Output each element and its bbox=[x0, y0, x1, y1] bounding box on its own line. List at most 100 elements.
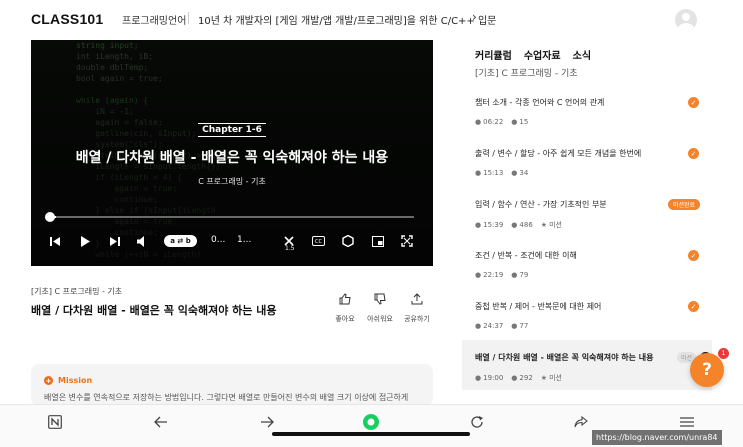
curriculum-item-title: 출력 / 변수 / 할당 - 아주 쉽게 모든 개념을 한번에 bbox=[475, 149, 642, 158]
lesson-title: 배열 / 다차원 배열 - 배열은 꼭 익숙해져야 하는 내용 bbox=[31, 304, 277, 317]
star-icon: ★ bbox=[540, 221, 548, 229]
class101-logo[interactable]: CLASS101 bbox=[31, 11, 103, 27]
comment-icon: ● bbox=[511, 271, 518, 279]
item-count: 15 bbox=[519, 118, 529, 126]
play-circle-icon: ● bbox=[475, 271, 482, 279]
blog-watermark: https://blog.naver.com/unra84 bbox=[592, 430, 722, 445]
curriculum-item-title: 조건 / 반복 - 조건에 대한 이해 bbox=[475, 251, 577, 260]
curriculum-item-meta: ● 24:37 ● 77 bbox=[475, 322, 705, 330]
comment-icon: ● bbox=[511, 169, 518, 177]
mission-text: 배열은 변수를 연속적으로 저장하는 방법입니다. 그렇다면 배열로 만들어진 … bbox=[44, 393, 409, 402]
video-subtitle: C 프로그래밍 - 기초 bbox=[198, 177, 266, 186]
pip-icon[interactable] bbox=[370, 230, 386, 252]
video-player[interactable]: string input; int iLength, iB; double db… bbox=[31, 40, 433, 266]
curriculum-item[interactable]: 챕터 소개 - 각종 언어와 C 언어의 관계 ● 06:22 ● 15 ✓ bbox=[475, 97, 705, 126]
course-title-link[interactable]: 10년 차 개발자의 [게임 개발/앱 개발/프로그래밍]을 위한 C/C++ … bbox=[198, 12, 496, 27]
nav-divider bbox=[188, 12, 189, 24]
hamburger-menu-icon[interactable] bbox=[678, 413, 696, 431]
ab-loop-toggle[interactable]: a ⇄ b bbox=[164, 235, 197, 247]
curriculum-item-meta: ● 15:39 ● 486 ★ 미션 bbox=[475, 220, 705, 230]
tab-news[interactable]: 소식 bbox=[573, 47, 591, 62]
help-chat-button[interactable]: ? bbox=[690, 353, 724, 387]
completed-check-icon: ✓ bbox=[688, 250, 699, 261]
refresh-icon[interactable] bbox=[468, 413, 486, 431]
curriculum-item-meta: ● 19:00 ● 292 ★ 미션 bbox=[475, 373, 705, 383]
item-duration: 06:22 bbox=[483, 118, 504, 126]
naver-home-icon[interactable] bbox=[46, 413, 64, 431]
curriculum-item[interactable]: 입력 / 함수 / 연산 - 가장 기초적인 부분 ● 15:39 ● 486 ★ 미… bbox=[475, 199, 705, 230]
curriculum-item[interactable]: 중첩 반복 / 제어 - 반복문에 대한 제어 ● 24:37 ● 77 ✓ bbox=[475, 301, 705, 330]
section-title: [기초] C 프로그래밍 - 기초 bbox=[475, 69, 578, 79]
top-header: CLASS101 프로그래밍언어 10년 차 개발자의 [게임 개발/앱 개발/… bbox=[0, 0, 743, 38]
item-mission: 미션 bbox=[549, 374, 562, 382]
green-dot-icon[interactable] bbox=[362, 413, 380, 431]
play-icon[interactable] bbox=[77, 230, 93, 252]
item-count: 79 bbox=[519, 271, 529, 279]
comment-icon: ● bbox=[511, 118, 518, 126]
completed-check-icon: ✓ bbox=[688, 148, 699, 159]
star-icon: ★ bbox=[540, 374, 548, 382]
curriculum-item-title: 배열 / 다차원 배열 - 배열은 꼭 익숙해져야 하는 내용 bbox=[475, 353, 654, 362]
speed-label: 1.5 bbox=[285, 245, 295, 252]
share-label: 공유하기 bbox=[404, 315, 430, 323]
completed-check-icon: ✓ bbox=[688, 301, 699, 312]
item-duration: 19:00 bbox=[483, 374, 504, 382]
thumbs-down-icon bbox=[374, 293, 386, 305]
like-label: 좋아요 bbox=[335, 315, 355, 323]
mission-complete-badge: 미션완료 bbox=[668, 199, 701, 210]
skip-back-icon[interactable] bbox=[47, 230, 63, 252]
curriculum-item-title: 챕터 소개 - 각종 언어와 C 언어의 관계 bbox=[475, 98, 605, 107]
fullscreen-icon[interactable] bbox=[399, 230, 415, 252]
play-circle-icon: ● bbox=[475, 374, 482, 382]
category-link[interactable]: 프로그래밍언어 bbox=[122, 12, 186, 27]
mission-title: Mission bbox=[58, 376, 93, 385]
mission-plus-icon: + bbox=[44, 376, 53, 385]
back-arrow-icon[interactable] bbox=[152, 413, 170, 431]
dislike-label: 아쉬워요 bbox=[367, 315, 393, 323]
total-time: 1... bbox=[237, 235, 252, 245]
progress-bar[interactable] bbox=[49, 216, 414, 218]
current-time: 0... bbox=[211, 235, 226, 245]
play-circle-icon: ● bbox=[475, 118, 482, 126]
item-duration: 24:37 bbox=[483, 322, 504, 330]
curriculum-item[interactable]: 조건 / 반복 - 조건에 대한 이해 ● 22:19 ● 79 ✓ bbox=[475, 250, 705, 279]
chevron-right-icon[interactable]: › bbox=[472, 10, 477, 24]
sidebar-tabs: 커리큘럼 수업자료 소식 bbox=[475, 47, 591, 62]
skip-forward-icon[interactable] bbox=[107, 230, 123, 252]
chapter-label: Chapter 1-6 bbox=[31, 123, 433, 137]
play-circle-icon: ● bbox=[475, 169, 482, 177]
curriculum-item-meta: ● 22:19 ● 79 bbox=[475, 271, 705, 279]
item-count: 486 bbox=[519, 221, 533, 229]
curriculum-item[interactable]: 출력 / 변수 / 할당 - 아주 쉽게 모든 개념을 한번에 ● 15:13 ●… bbox=[475, 148, 705, 177]
like-button[interactable]: 좋아요 bbox=[328, 290, 362, 324]
play-circle-icon: ● bbox=[475, 221, 482, 229]
svg-text:CC: CC bbox=[315, 239, 322, 245]
settings-hex-icon[interactable] bbox=[340, 230, 356, 252]
play-circle-icon: ● bbox=[475, 322, 482, 330]
curriculum-item-meta: ● 06:22 ● 15 bbox=[475, 118, 705, 126]
share-button[interactable]: 공유하기 bbox=[400, 290, 434, 324]
lesson-breadcrumb: [기초] C 프로그래밍 - 기초 bbox=[31, 287, 123, 296]
tab-materials[interactable]: 수업자료 bbox=[524, 47, 561, 62]
thumbs-up-icon bbox=[339, 293, 351, 305]
share-icon bbox=[411, 293, 423, 305]
share-arrow-icon[interactable] bbox=[572, 413, 590, 431]
curriculum-item-active[interactable]: 배열 / 다차원 배열 - 배열은 꼭 익숙해져야 하는 내용 ● 19:00 ●… bbox=[475, 352, 711, 383]
mission-card: + Mission 배열은 변수를 연속적으로 저장하는 방법입니다. 그렇다면… bbox=[31, 364, 433, 406]
user-avatar-icon[interactable] bbox=[675, 9, 697, 31]
volume-icon[interactable] bbox=[135, 230, 151, 252]
tab-curriculum[interactable]: 커리큘럼 bbox=[475, 47, 512, 62]
player-controls: a ⇄ b 0... 1... 1.5 CC bbox=[31, 230, 433, 252]
forward-arrow-icon[interactable] bbox=[258, 413, 276, 431]
captions-icon[interactable]: CC bbox=[310, 230, 326, 252]
dislike-button[interactable]: 아쉬워요 bbox=[363, 290, 397, 324]
mission-heading: + Mission bbox=[44, 376, 92, 385]
progress-scrubber[interactable] bbox=[45, 212, 55, 222]
item-count: 77 bbox=[519, 322, 529, 330]
completed-check-icon: ✓ bbox=[688, 97, 699, 108]
item-duration: 15:13 bbox=[483, 169, 504, 177]
item-duration: 15:39 bbox=[483, 221, 504, 229]
comment-icon: ● bbox=[511, 374, 518, 382]
comment-icon: ● bbox=[511, 221, 518, 229]
item-duration: 22:19 bbox=[483, 271, 504, 279]
